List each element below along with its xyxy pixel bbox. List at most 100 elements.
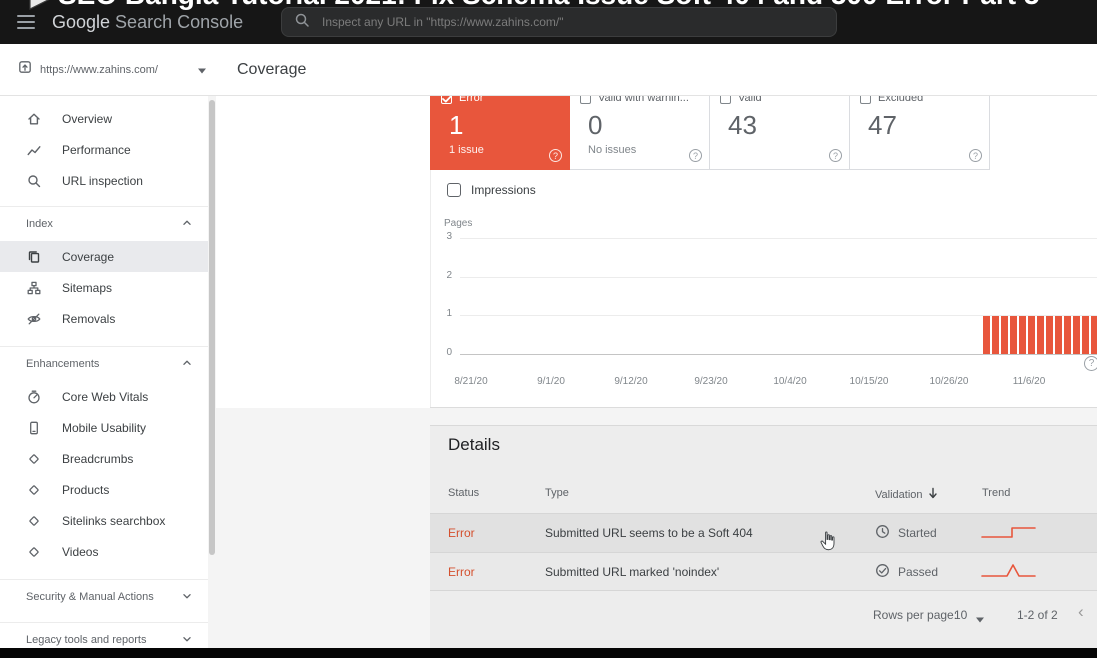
y-tick: 3 (436, 231, 452, 242)
table-row[interactable]: Error Submitted URL marked 'noindex' Pas… (430, 552, 1097, 591)
url-inspection-input[interactable] (320, 14, 824, 30)
help-icon[interactable]: ? (549, 149, 562, 162)
column-header-trend[interactable]: Trend (982, 487, 1010, 499)
section-header-index[interactable]: Index (0, 207, 208, 241)
page-header: https://www.zahins.com/ Coverage (0, 44, 1097, 96)
sidebar-item-removals[interactable]: Removals (0, 303, 208, 334)
performance-chart-icon (26, 142, 42, 158)
chart-card-divider (430, 407, 1097, 408)
previous-page-button[interactable]: ‹ (1078, 602, 1084, 622)
row-validation: Started (875, 514, 937, 552)
url-inspection-searchbar[interactable] (281, 7, 837, 37)
chart-y-axis-title: Pages (444, 218, 472, 229)
error-bars[interactable] (983, 316, 1097, 354)
sidebar-item-sitelinks-searchbox[interactable]: Sitelinks searchbox (0, 505, 208, 536)
x-tick: 11/6/20 (999, 376, 1059, 387)
x-tick: 9/1/20 (521, 376, 581, 387)
impressions-toggle[interactable]: Impressions (447, 183, 536, 197)
card-value: 0 (588, 110, 699, 141)
tag-icon (26, 451, 42, 467)
gridline (460, 238, 1097, 239)
sidebar-item-sitemaps[interactable]: Sitemaps (0, 272, 208, 303)
property-selector[interactable]: https://www.zahins.com/ (10, 44, 215, 95)
app-logo: Google Search Console (52, 0, 243, 44)
x-tick: 10/4/20 (760, 376, 820, 387)
card-subtext: No issues (588, 144, 699, 156)
google-search-console-screen: SEO Bangla Tutorial 2021: Fix Schema Iss… (0, 0, 1097, 658)
chevron-down-icon[interactable] (975, 612, 985, 626)
y-tick: 2 (436, 270, 452, 281)
card-error[interactable]: Error 1 1 issue ? (430, 85, 570, 170)
section-header-security-manual-actions[interactable]: Security & Manual Actions (0, 580, 208, 614)
x-tick: 10/15/20 (839, 376, 899, 387)
menu-icon[interactable] (17, 15, 35, 29)
chevron-down-icon (180, 632, 194, 649)
sidebar-item-mobile-usability[interactable]: Mobile Usability (0, 412, 208, 443)
sidebar-item-core-web-vitals[interactable]: Core Web Vitals (0, 381, 208, 412)
column-header-validation[interactable]: Validation (875, 487, 938, 502)
sidebar-item-performance[interactable]: Performance (0, 134, 208, 165)
x-tick: 9/23/20 (681, 376, 741, 387)
column-header-type[interactable]: Type (545, 487, 569, 499)
eye-off-icon (26, 311, 42, 327)
y-tick: 1 (436, 308, 452, 319)
trend-sparkline (978, 553, 1040, 590)
x-tick: 8/21/20 (441, 376, 501, 387)
sidebar-item-url-inspection[interactable]: URL inspection (0, 165, 208, 196)
column-header-status[interactable]: Status (448, 487, 479, 499)
coverage-pages-icon (26, 249, 42, 265)
row-status: Error (448, 514, 475, 552)
card-value: 43 (728, 110, 839, 141)
trend-sparkline (978, 514, 1040, 552)
sidebar-item-videos[interactable]: Videos (0, 536, 208, 567)
sidebar-section-enhancements: Enhancements Core Web Vitals Mobile Usab… (0, 346, 208, 567)
property-url: https://www.zahins.com/ (40, 64, 189, 76)
rows-per-page-value[interactable]: 10 (954, 608, 967, 622)
section-header-enhancements[interactable]: Enhancements (0, 347, 208, 381)
scrollbar-thumb[interactable] (209, 100, 215, 555)
clock-icon (875, 524, 890, 542)
help-icon[interactable]: ? (689, 149, 702, 162)
sidebar-item-coverage[interactable]: Coverage (0, 241, 208, 272)
gridline (460, 277, 1097, 278)
chevron-down-icon (197, 61, 207, 79)
sidebar-item-breadcrumbs[interactable]: Breadcrumbs (0, 443, 208, 474)
checkbox-icon[interactable] (447, 183, 461, 197)
row-type: Submitted URL marked 'noindex' (545, 553, 719, 590)
x-axis-line (460, 354, 1097, 355)
property-icon (18, 60, 32, 79)
table-row[interactable]: Error Submitted URL seems to be a Soft 4… (430, 513, 1097, 552)
y-tick: 0 (436, 347, 452, 358)
status-summary-cards: Error 1 1 issue ? Valid with warnin... 0… (430, 85, 990, 170)
card-valid-with-warnings[interactable]: Valid with warnin... 0 No issues ? (570, 85, 710, 170)
logo-google: Google (52, 12, 110, 33)
help-icon[interactable]: ? (1084, 356, 1097, 371)
chevron-up-icon (180, 216, 194, 233)
sidebar-section-index: Index Coverage Sitemaps Removals (0, 206, 208, 334)
sidebar-item-overview[interactable]: Overview (0, 103, 208, 134)
x-tick: 9/12/20 (601, 376, 661, 387)
card-valid[interactable]: Valid 43 ? (710, 85, 850, 170)
tag-icon (26, 544, 42, 560)
card-excluded[interactable]: Excluded 47 ? (850, 85, 990, 170)
impressions-label: Impressions (471, 183, 536, 197)
card-value: 47 (868, 110, 979, 141)
rows-per-page-label: Rows per page: (873, 608, 957, 622)
help-icon[interactable]: ? (969, 149, 982, 162)
help-icon[interactable]: ? (829, 149, 842, 162)
row-type: Submitted URL seems to be a Soft 404 (545, 514, 753, 552)
tag-icon (26, 513, 42, 529)
sidebar-item-products[interactable]: Products (0, 474, 208, 505)
row-validation: Passed (875, 553, 938, 590)
x-tick: 10/26/20 (919, 376, 979, 387)
top-app-bar: SEO Bangla Tutorial 2021: Fix Schema Iss… (0, 0, 1097, 44)
search-icon (26, 173, 42, 189)
check-circle-icon (875, 563, 890, 581)
mobile-phone-icon (26, 420, 42, 436)
card-value: 1 (449, 110, 559, 141)
sidebar: Overview Performance URL inspection Inde… (0, 96, 208, 648)
card-subtext: 1 issue (449, 144, 559, 156)
details-title: Details (448, 435, 500, 455)
page-title: Coverage (237, 44, 306, 95)
sidebar-scrollbar[interactable] (208, 96, 216, 648)
